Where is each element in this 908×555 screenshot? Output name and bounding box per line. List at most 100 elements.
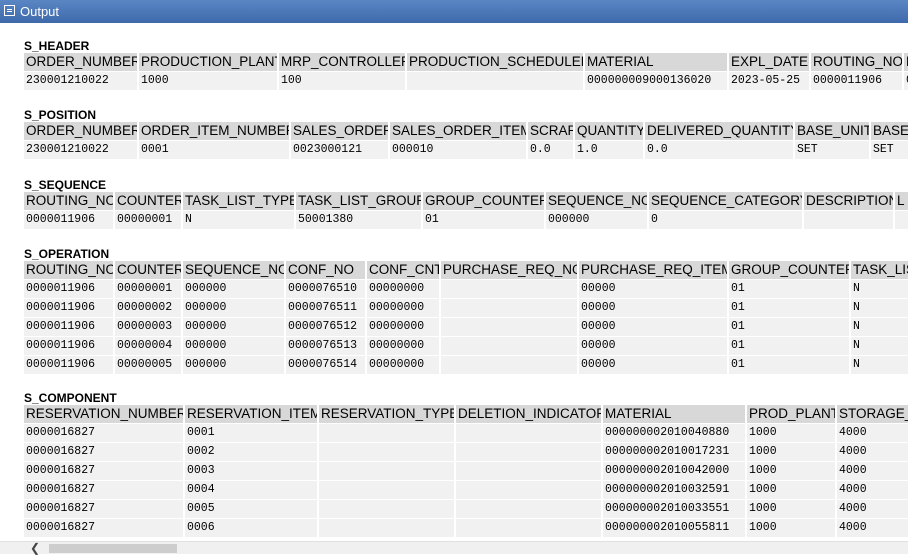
table-cell[interactable]: [318, 442, 456, 462]
table-cell[interactable]: 00000002: [114, 298, 183, 318]
table-row[interactable]: 0000016827 0003 000000002010042000 1000 4000: [24, 461, 908, 481]
table-row[interactable]: 0000011906 00000003 000000 0000076512 000000…: [24, 317, 908, 337]
table-cell[interactable]: 00000: [578, 298, 729, 318]
table-cell[interactable]: 230001210022: [24, 140, 139, 160]
table-cell[interactable]: [440, 317, 579, 337]
table-cell[interactable]: 0000011906: [24, 210, 115, 230]
table-cell[interactable]: 1000: [746, 442, 837, 462]
table-row[interactable]: 0000016827 0006 000000002010055811 1000 4000: [24, 518, 908, 538]
column-header[interactable]: CONF_CNT: [366, 261, 441, 280]
table-cell[interactable]: 0000016827: [24, 499, 185, 519]
table-cell[interactable]: 0000011906: [24, 336, 115, 356]
table-cell[interactable]: 1000: [746, 461, 837, 481]
table-cell[interactable]: 0000016827: [24, 423, 185, 443]
table-cell[interactable]: 2023-05-25: [728, 71, 811, 91]
table-row[interactable]: 0000016827 0002 000000002010017231 1000 4000: [24, 442, 908, 462]
table-cell[interactable]: 4000: [836, 423, 908, 443]
table-cell[interactable]: 0: [903, 71, 908, 91]
table-cell[interactable]: [318, 423, 456, 443]
table-cell[interactable]: 00000000: [366, 298, 441, 318]
table-cell[interactable]: 0000011906: [24, 317, 115, 337]
table-cell[interactable]: 00000000: [366, 355, 441, 375]
table-cell[interactable]: 01: [728, 336, 851, 356]
table-cell[interactable]: [440, 355, 579, 375]
table-cell[interactable]: 00000005: [114, 355, 183, 375]
column-header[interactable]: SEQUENCE_NO: [545, 192, 649, 211]
table-cell[interactable]: 1000: [746, 480, 837, 500]
table-row[interactable]: 0000011906 00000005 000000 0000076514 000000…: [24, 355, 908, 375]
table-cell[interactable]: 00000: [578, 279, 729, 299]
table-cell[interactable]: N: [850, 298, 908, 318]
table-cell[interactable]: 0004: [184, 480, 319, 500]
column-header[interactable]: SEQUENCE_CATEGORY: [648, 192, 804, 211]
table-cell[interactable]: 0001: [138, 140, 291, 160]
table-cell[interactable]: 000000002010032591: [602, 480, 747, 500]
table-cell[interactable]: 00000001: [114, 279, 183, 299]
table-cell[interactable]: 01: [728, 298, 851, 318]
column-header[interactable]: MRP_CONTROLLER: [278, 53, 407, 72]
table-cell[interactable]: 000000: [182, 279, 286, 299]
column-header[interactable]: GROUP_COUNTER: [422, 192, 546, 211]
table-cell[interactable]: 4000: [836, 461, 908, 481]
table-cell[interactable]: [455, 499, 603, 519]
table-cell[interactable]: [455, 480, 603, 500]
scrollbar-thumb[interactable]: [49, 544, 177, 553]
table-row[interactable]: 0000016827 0004 000000002010032591 1000 4000: [24, 480, 908, 500]
table-row[interactable]: 230001210022 0001 0023000121 000010 0.0 1.0 0.…: [24, 140, 908, 160]
column-header[interactable]: PRODUCTION_SCHEDULER: [406, 53, 585, 72]
table-cell[interactable]: [318, 518, 456, 538]
table-cell[interactable]: N: [850, 317, 908, 337]
table-cell[interactable]: 01: [728, 317, 851, 337]
table-cell[interactable]: 1000: [746, 423, 837, 443]
column-header[interactable]: STORAGE_: [836, 405, 908, 424]
column-header[interactable]: R: [903, 53, 908, 72]
table-cell[interactable]: 0000076513: [285, 336, 367, 356]
table-cell[interactable]: 4000: [836, 442, 908, 462]
column-header[interactable]: ROUTING_NO: [810, 53, 904, 72]
table-row[interactable]: 0000011906 00000001 N 50001380 01 000000 0: [24, 210, 908, 230]
column-header[interactable]: MATERIAL: [584, 53, 729, 72]
column-header[interactable]: PROD_PLANT: [746, 405, 837, 424]
column-header[interactable]: ORDER_ITEM_NUMBER: [138, 122, 291, 141]
column-header[interactable]: L: [894, 192, 908, 211]
table-cell[interactable]: 00000: [578, 355, 729, 375]
table-cell[interactable]: 0000016827: [24, 461, 185, 481]
table-cell[interactable]: 0.0: [644, 140, 795, 160]
table-cell[interactable]: 0000016827: [24, 442, 185, 462]
table-cell[interactable]: 00000000: [366, 317, 441, 337]
table-row[interactable]: 0000011906 00000002 000000 0000076511 000000…: [24, 298, 908, 318]
table-cell[interactable]: [894, 210, 908, 230]
table-cell[interactable]: [455, 518, 603, 538]
column-header[interactable]: DELIVERED_QUANTITY: [644, 122, 795, 141]
table-cell[interactable]: 0023000121: [290, 140, 390, 160]
table-cell[interactable]: 0001: [184, 423, 319, 443]
column-header[interactable]: PURCHASE_REQ_NO: [440, 261, 579, 280]
column-header[interactable]: RESERVATION_NUMBER: [24, 405, 185, 424]
table-cell[interactable]: 4000: [836, 518, 908, 538]
column-header[interactable]: BASE_UNIT: [794, 122, 871, 141]
table-row[interactable]: 0000011906 00000004 000000 0000076513 000000…: [24, 336, 908, 356]
table-cell[interactable]: 0: [648, 210, 804, 230]
column-header[interactable]: PRODUCTION_PLANT: [138, 53, 279, 72]
table-cell[interactable]: 0000011906: [24, 355, 115, 375]
column-header[interactable]: TASK_LIS: [850, 261, 908, 280]
table-cell[interactable]: 0005: [184, 499, 319, 519]
table-cell[interactable]: [318, 461, 456, 481]
table-cell[interactable]: 0000076512: [285, 317, 367, 337]
column-header[interactable]: ROUTING_NO: [24, 261, 115, 280]
table-cell[interactable]: 000000: [182, 355, 286, 375]
column-header[interactable]: ROUTING_NO: [24, 192, 115, 211]
table-cell[interactable]: 0006: [184, 518, 319, 538]
table-cell[interactable]: 4000: [836, 499, 908, 519]
table-cell[interactable]: 0000011906: [810, 71, 904, 91]
table-cell[interactable]: 00000: [578, 317, 729, 337]
table-cell[interactable]: 000000002010055811: [602, 518, 747, 538]
table-cell[interactable]: 0002: [184, 442, 319, 462]
table-cell[interactable]: 00000004: [114, 336, 183, 356]
column-header[interactable]: BASE_: [870, 122, 908, 141]
column-header[interactable]: TASK_LIST_GROUP: [295, 192, 423, 211]
table-row[interactable]: 0000016827 0001 000000002010040880 1000 4000: [24, 423, 908, 443]
table-cell[interactable]: 000000: [182, 317, 286, 337]
table-row[interactable]: 0000011906 00000001 000000 0000076510 000000…: [24, 279, 908, 299]
table-cell[interactable]: 000000009000136020: [584, 71, 729, 91]
